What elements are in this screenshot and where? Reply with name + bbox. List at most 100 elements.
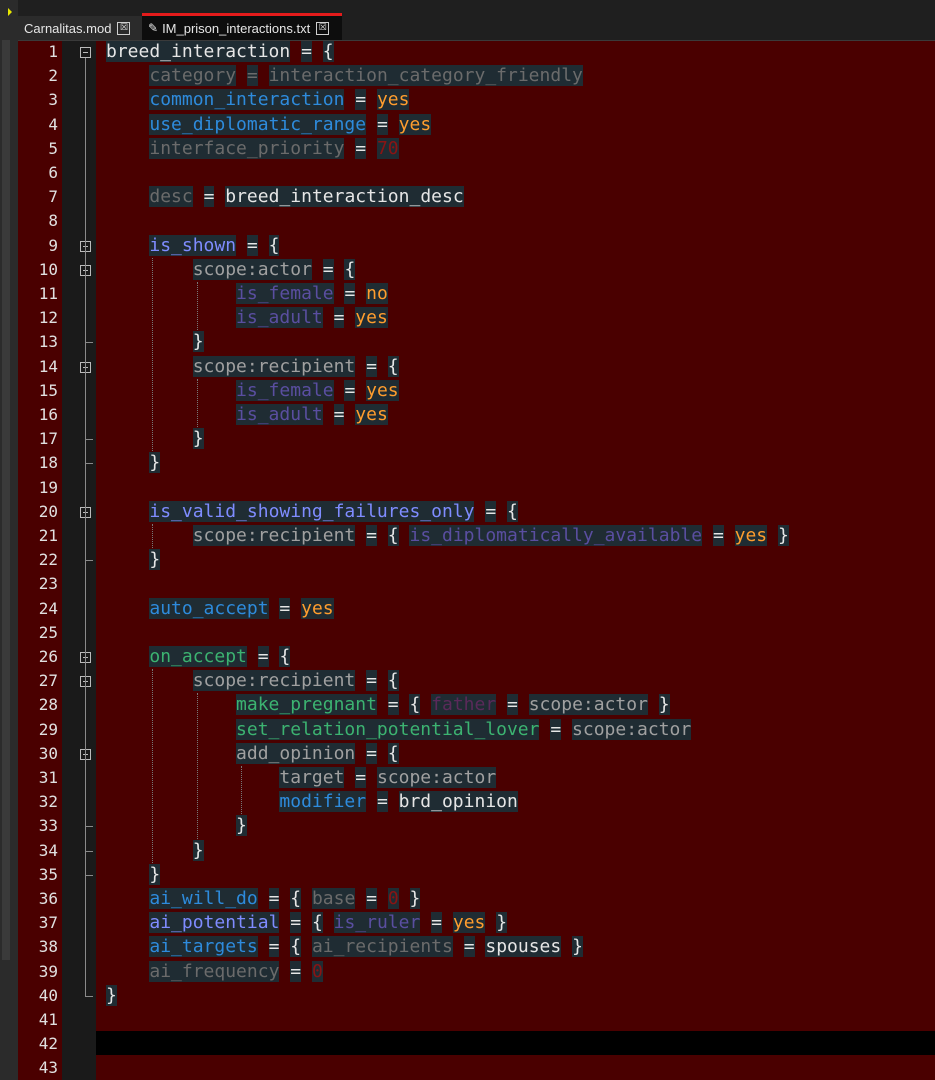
line-number: 43 xyxy=(38,1058,58,1078)
code-line[interactable]: is_adult = yes xyxy=(106,306,388,330)
code-line[interactable]: scope:recipient = { xyxy=(106,355,399,379)
code-token: is_shown xyxy=(149,234,237,256)
code-line[interactable]: set_relation_potential_lover = scope:act… xyxy=(106,718,692,742)
indent-guide xyxy=(196,378,198,428)
left-margin-bar xyxy=(0,0,18,1080)
tab-carnalitas-mod[interactable]: Carnalitas.mod ☒ xyxy=(18,16,156,40)
code-token: breed_interaction xyxy=(106,41,291,62)
code-line[interactable]: desc = breed_interaction_desc xyxy=(106,185,464,209)
code-line[interactable]: is_shown = { xyxy=(106,234,280,258)
code-line[interactable]: breed_interaction = { xyxy=(106,40,334,64)
code-token: } xyxy=(658,694,670,716)
code-line[interactable]: make_pregnant = { father = scope:actor } xyxy=(106,693,670,717)
code-line[interactable]: common_interaction = yes xyxy=(106,88,410,112)
code-token: = xyxy=(485,500,497,522)
line-number: 29 xyxy=(38,719,58,739)
scrollbar-strip[interactable] xyxy=(2,40,10,960)
code-line[interactable]: is_valid_showing_failures_only = { xyxy=(106,500,518,524)
tab-label: IM_prison_interactions.txt xyxy=(162,20,311,36)
code-line[interactable]: ai_frequency = 0 xyxy=(106,960,323,984)
line-number: 1 xyxy=(48,42,58,61)
code-token: { xyxy=(409,694,421,716)
code-token: = xyxy=(355,137,367,159)
code-line[interactable]: target = scope:actor xyxy=(106,766,497,790)
code-line[interactable]: use_diplomatic_range = yes xyxy=(106,113,432,137)
code-line[interactable]: is_adult = yes xyxy=(106,403,388,427)
close-icon[interactable]: ☒ xyxy=(316,21,330,35)
code-line[interactable]: } xyxy=(106,330,204,354)
line-number: 37 xyxy=(38,913,58,933)
code-line[interactable]: } xyxy=(106,451,161,475)
tab-im-prison-interactions[interactable]: ✎ IM_prison_interactions.txt ☒ xyxy=(142,13,342,40)
fold-end-mark xyxy=(85,439,93,441)
code-token: { xyxy=(311,912,323,934)
code-line[interactable]: } xyxy=(106,863,161,887)
code-token: } xyxy=(409,888,421,909)
code-line[interactable]: add_opinion = { xyxy=(106,742,399,766)
code-token: father xyxy=(431,694,497,716)
code-line[interactable]: scope:recipient = { xyxy=(106,669,399,693)
code-token: ai_targets xyxy=(149,936,258,958)
code-token: yes xyxy=(734,525,768,546)
code-token: scope:actor xyxy=(528,694,648,716)
fold-end-mark xyxy=(85,342,93,344)
code-line[interactable]: category = interaction_category_friendly xyxy=(106,64,583,88)
code-token: } xyxy=(106,984,117,1006)
code-token: yes xyxy=(355,404,388,425)
code-token: } xyxy=(777,525,789,546)
line-number: 41 xyxy=(38,1010,58,1029)
line-number: 34 xyxy=(38,840,58,860)
close-icon[interactable]: ☒ xyxy=(117,21,131,35)
code-line[interactable]: auto_accept = yes xyxy=(106,597,334,621)
code-token: } xyxy=(496,912,508,934)
code-line[interactable]: ai_targets = { ai_recipients = spouses } xyxy=(106,935,583,959)
code-line[interactable]: scope:actor = { xyxy=(106,258,356,282)
code-line[interactable]: } xyxy=(106,427,204,451)
code-line[interactable]: on_accept = { xyxy=(106,645,291,669)
code-line[interactable]: } xyxy=(106,548,161,572)
code-line[interactable]: interface_priority = 70 xyxy=(106,137,399,161)
code-line[interactable]: ai_potential = { is_ruler = yes } xyxy=(106,911,508,935)
code-line[interactable]: } xyxy=(106,814,247,838)
code-token: yes xyxy=(301,597,334,619)
code-token: yes xyxy=(366,379,399,401)
fold-toggle-icon[interactable] xyxy=(80,47,91,58)
code-line[interactable]: is_female = no xyxy=(106,282,388,306)
code-line[interactable]: scope:recipient = { is_diplomatically_av… xyxy=(106,524,789,548)
code-token: modifier xyxy=(279,791,367,813)
code-line[interactable]: ai_will_do = { base = 0 } xyxy=(106,887,421,911)
code-line[interactable]: is_female = yes xyxy=(106,379,399,403)
code-token: { xyxy=(507,500,518,522)
code-line[interactable]: } xyxy=(106,984,117,1008)
code-line[interactable]: } xyxy=(106,839,204,863)
code-line[interactable]: modifier = brd_opinion xyxy=(106,790,518,814)
line-number: 8 xyxy=(48,211,58,231)
indent-guide xyxy=(152,524,154,549)
code-token: { xyxy=(387,355,399,377)
